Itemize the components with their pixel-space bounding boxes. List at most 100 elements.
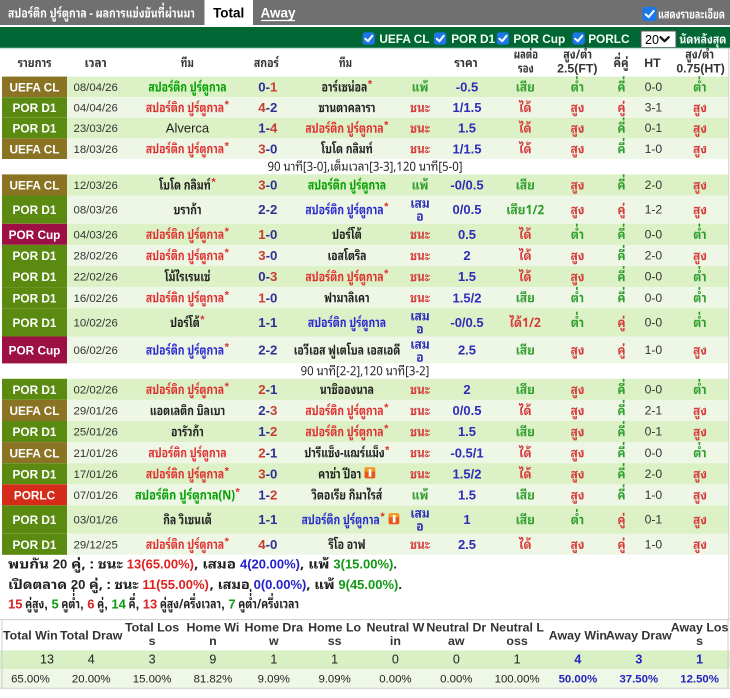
svg-text:,: , — [80, 596, 84, 611]
svg-text:0-1: 0-1 — [645, 513, 663, 527]
svg-text:2-1: 2-1 — [645, 404, 663, 418]
svg-text:*: * — [368, 79, 373, 91]
svg-text:Away: Away — [260, 6, 296, 21]
svg-text:*: * — [225, 99, 230, 111]
svg-text:07/01/26: 07/01/26 — [74, 490, 118, 502]
svg-text:0-0: 0-0 — [645, 446, 663, 460]
svg-text:1.5: 1.5 — [458, 424, 476, 439]
svg-text:3: 3 — [258, 248, 265, 263]
svg-text:2.5: 2.5 — [458, 537, 476, 552]
svg-text:*: * — [384, 201, 389, 213]
svg-text:*: * — [384, 423, 389, 435]
svg-text:11(55.00%): 11(55.00%) — [142, 577, 209, 592]
svg-text:*: * — [384, 268, 389, 280]
svg-text:0: 0 — [270, 141, 277, 156]
svg-text:1: 1 — [331, 653, 338, 667]
svg-text:2: 2 — [270, 488, 277, 503]
svg-text:1: 1 — [270, 653, 277, 667]
svg-text:1: 1 — [258, 512, 265, 527]
svg-text:2: 2 — [258, 403, 265, 418]
svg-text:1-2: 1-2 — [645, 203, 663, 217]
svg-text:*: * — [225, 247, 230, 259]
svg-text:0(0.00%): 0(0.00%) — [254, 577, 307, 592]
svg-text:0: 0 — [258, 269, 265, 284]
svg-text:20: 20 — [53, 557, 67, 572]
svg-text:POR D1: POR D1 — [13, 425, 57, 439]
svg-text:0: 0 — [270, 227, 277, 242]
svg-text:1.5: 1.5 — [458, 488, 476, 503]
svg-text:UEFA CL: UEFA CL — [9, 179, 59, 193]
svg-text:7: 7 — [228, 596, 235, 611]
svg-text:0: 0 — [270, 466, 277, 481]
svg-text:22/02/26: 22/02/26 — [74, 272, 118, 284]
svg-text:,: , — [44, 596, 48, 611]
svg-text:0-0: 0-0 — [645, 80, 663, 94]
svg-text:2: 2 — [463, 382, 470, 397]
svg-text:UEFA CL: UEFA CL — [379, 32, 429, 46]
svg-text:Total Win: Total Win — [3, 628, 58, 642]
svg-text:1-0: 1-0 — [645, 537, 663, 551]
svg-text:0-0: 0-0 — [645, 270, 663, 284]
svg-text:*: * — [385, 444, 390, 456]
svg-text:0-1: 0-1 — [645, 425, 663, 439]
svg-text:0-1: 0-1 — [645, 121, 663, 135]
svg-text:POR D1: POR D1 — [13, 383, 57, 397]
svg-text:9(45.00%): 9(45.00%) — [338, 577, 398, 592]
svg-text:0: 0 — [270, 290, 277, 305]
svg-text:POR D1: POR D1 — [13, 122, 57, 136]
svg-text:29/01/26: 29/01/26 — [74, 406, 118, 418]
svg-text:16/02/26: 16/02/26 — [74, 293, 118, 305]
svg-text:*: * — [236, 487, 241, 499]
svg-text:UEFA CL: UEFA CL — [9, 446, 59, 460]
svg-text:3-1: 3-1 — [645, 101, 663, 115]
svg-text:1-0: 1-0 — [645, 343, 663, 357]
svg-text:POR D1: POR D1 — [13, 291, 57, 305]
svg-text:0-0: 0-0 — [645, 316, 663, 330]
svg-text:1: 1 — [270, 80, 277, 95]
svg-text:04/03/26: 04/03/26 — [74, 229, 118, 241]
svg-text:Away Los: Away Los — [671, 621, 729, 635]
svg-text:Home Lo: Home Lo — [308, 621, 361, 635]
svg-text:Away Win: Away Win — [549, 628, 607, 642]
svg-text:08/03/26: 08/03/26 — [74, 205, 118, 217]
svg-text:Alverca: Alverca — [166, 121, 210, 136]
svg-text:,: , — [136, 596, 140, 611]
svg-text:HT: HT — [644, 56, 661, 70]
svg-text:2: 2 — [463, 248, 470, 263]
svg-text:1: 1 — [514, 653, 521, 667]
svg-text:4: 4 — [270, 121, 278, 136]
svg-text:5: 5 — [52, 596, 59, 611]
svg-text:3: 3 — [270, 269, 277, 284]
svg-text:w: w — [268, 634, 279, 648]
svg-text:1.5/2: 1.5/2 — [453, 290, 482, 305]
svg-text:2: 2 — [270, 343, 277, 358]
svg-text:21/01/26: 21/01/26 — [74, 448, 118, 460]
svg-text:0.75(HT): 0.75(HT) — [676, 62, 725, 76]
svg-text:Total Los: Total Los — [125, 621, 179, 635]
svg-text:,: , — [104, 596, 108, 611]
svg-text:1: 1 — [258, 488, 265, 503]
svg-text:37.50%: 37.50% — [619, 674, 658, 686]
svg-text:Neutral Dr: Neutral Dr — [426, 621, 486, 635]
svg-text:15.00%: 15.00% — [133, 674, 172, 686]
svg-text:0-0: 0-0 — [645, 227, 663, 241]
svg-text:23/03/26: 23/03/26 — [74, 123, 118, 135]
svg-text:in: in — [390, 634, 401, 648]
svg-text:100.00%: 100.00% — [495, 674, 540, 686]
svg-text:Home Wi: Home Wi — [186, 621, 239, 635]
svg-text:1/1.5: 1/1.5 — [453, 100, 482, 115]
svg-text:9.09%: 9.09% — [258, 674, 290, 686]
svg-text:-0.5/1: -0.5/1 — [450, 445, 483, 460]
svg-text:.: . — [393, 557, 397, 572]
svg-text:02/02/26: 02/02/26 — [74, 385, 118, 397]
svg-text:oss: oss — [506, 634, 527, 648]
svg-text:aw: aw — [448, 634, 465, 648]
svg-text:POR Cup: POR Cup — [9, 228, 61, 242]
svg-text:1: 1 — [258, 227, 265, 242]
svg-text:1.5: 1.5 — [458, 121, 476, 136]
svg-text:1: 1 — [463, 512, 470, 527]
svg-text:s: s — [696, 634, 703, 648]
svg-text:*: * — [211, 177, 216, 189]
svg-text:*: * — [225, 342, 230, 354]
svg-text:-0/0.5: -0/0.5 — [450, 178, 483, 193]
